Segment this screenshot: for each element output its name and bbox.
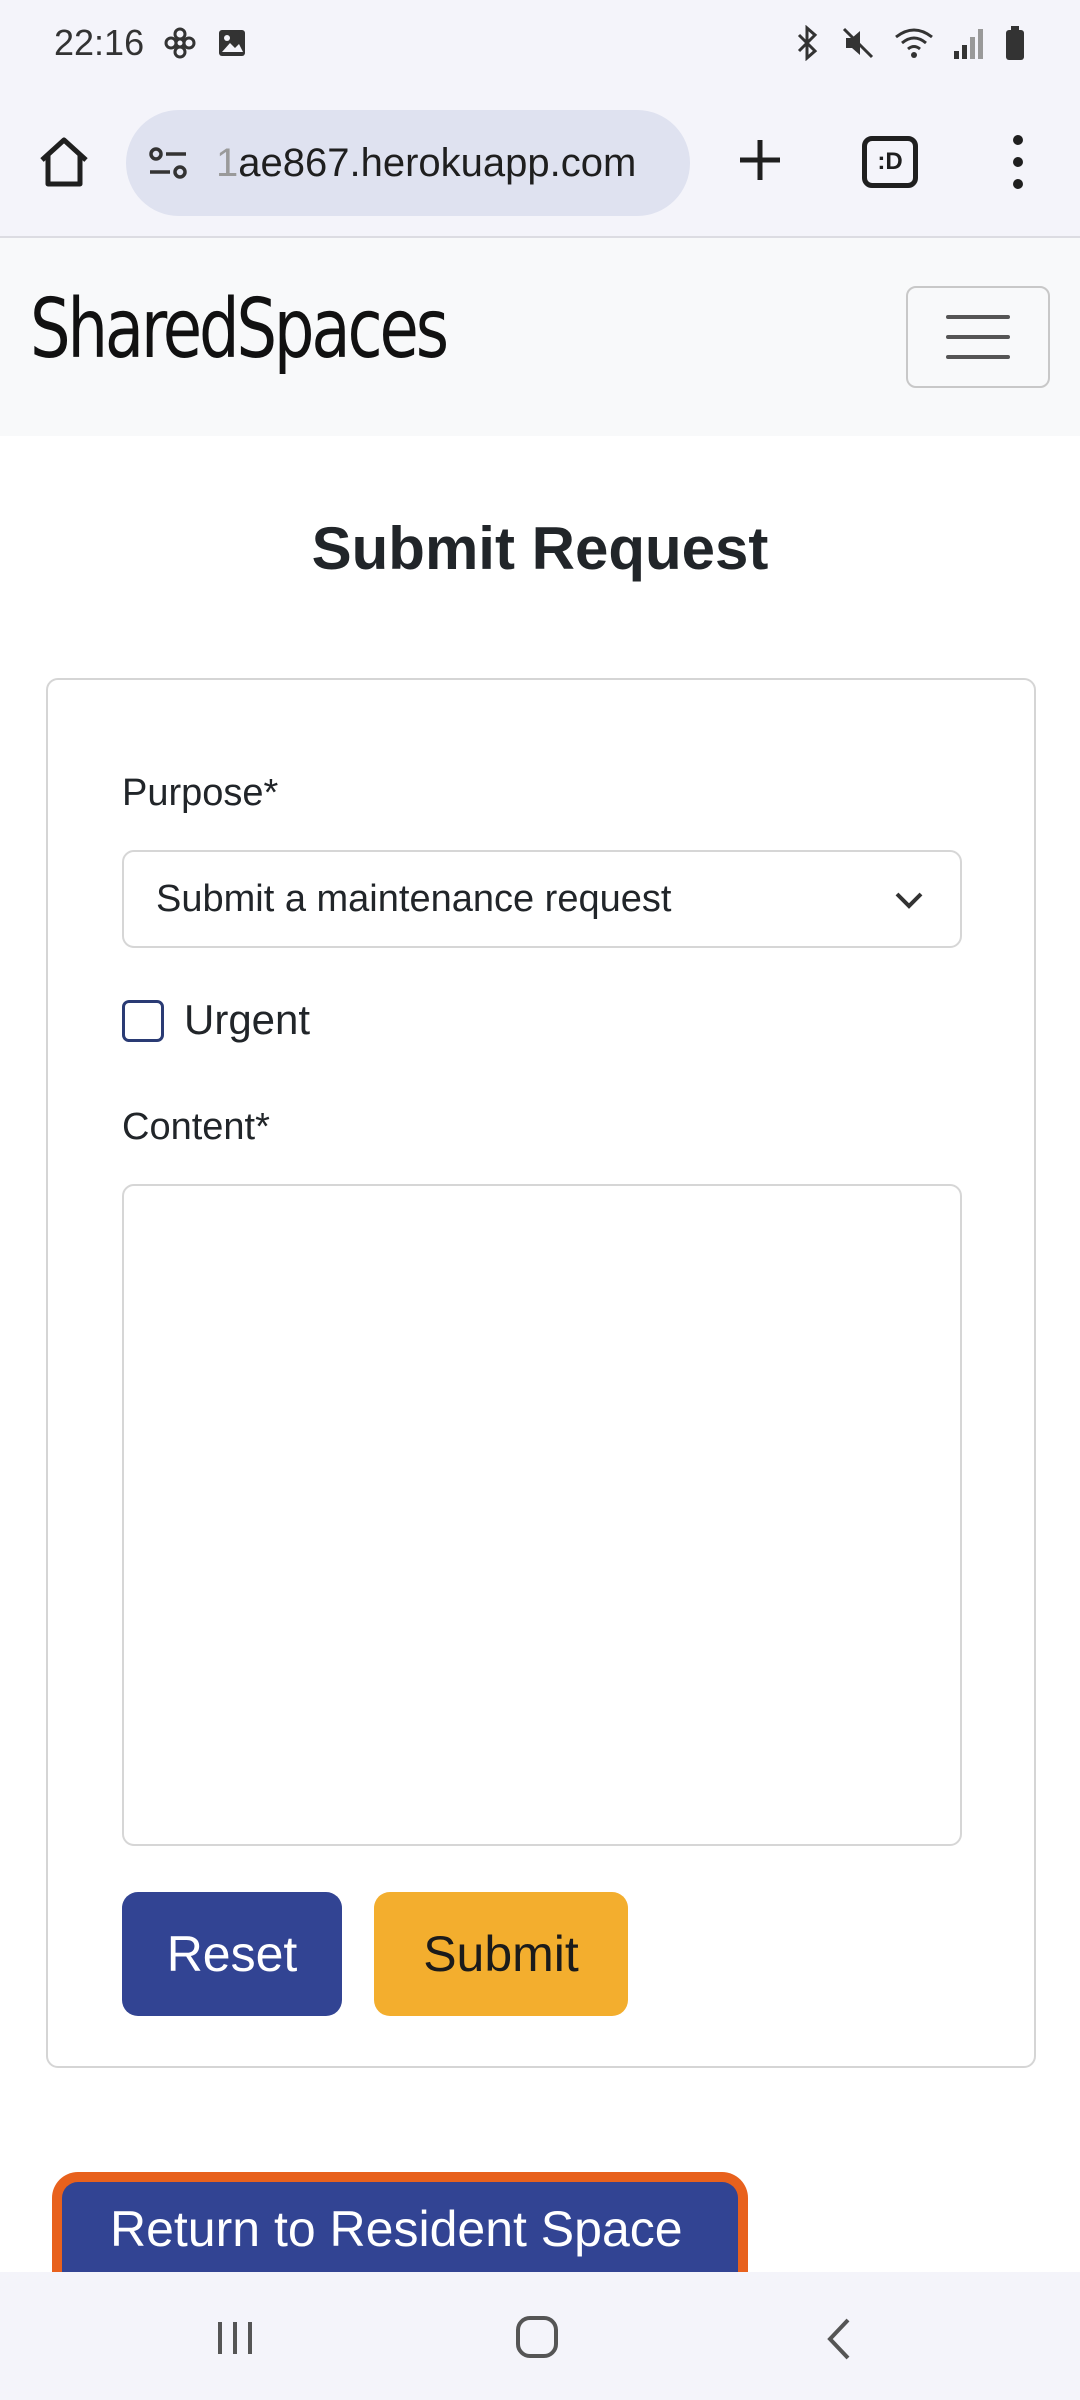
address-bar[interactable]: 1ae867.herokuapp.com xyxy=(126,110,690,216)
system-nav-buttons xyxy=(0,2272,1080,2400)
content-textarea[interactable] xyxy=(122,1184,962,1846)
urgent-checkbox[interactable] xyxy=(122,1000,164,1042)
tab-count-label: :D xyxy=(877,148,903,175)
status-bar: 22:16 xyxy=(0,0,1080,86)
chevron-down-icon xyxy=(895,892,923,909)
purpose-select[interactable]: Submit a maintenance request xyxy=(122,850,962,948)
status-time: 22:16 xyxy=(54,22,145,63)
site-navbar: SharedSpaces xyxy=(0,238,1080,436)
url-domain: ae867.herokuapp.com xyxy=(238,140,637,185)
content-label: Content* xyxy=(122,1106,270,1148)
recents-icon[interactable] xyxy=(214,2318,256,2358)
hamburger-icon xyxy=(946,315,1010,319)
back-icon[interactable] xyxy=(824,2316,854,2362)
flower-icon xyxy=(164,27,196,59)
home-circle-icon[interactable] xyxy=(514,2314,560,2360)
wifi-icon xyxy=(895,28,933,58)
site-info-icon[interactable] xyxy=(146,140,192,186)
return-to-resident-space-button[interactable]: Return to Resident Space xyxy=(52,2172,748,2272)
more-vert-icon[interactable] xyxy=(1000,130,1036,194)
browser-toolbar: 1ae867.herokuapp.com :D xyxy=(0,86,1080,238)
purpose-selected-value: Submit a maintenance request xyxy=(156,877,672,920)
url-text: 1ae867.herokuapp.com xyxy=(216,141,636,186)
hamburger-icon xyxy=(946,355,1010,359)
url-prefix: 1 xyxy=(216,140,239,185)
submit-button[interactable]: Submit xyxy=(374,1892,628,2016)
page-title: Submit Request xyxy=(311,515,769,582)
image-icon xyxy=(219,30,246,56)
return-button-label: Return to Resident Space xyxy=(110,2201,683,2257)
signal-icon xyxy=(954,29,983,59)
mute-icon xyxy=(842,27,874,59)
bluetooth-icon xyxy=(797,25,818,61)
purpose-label: Purpose* xyxy=(122,772,279,814)
battery-icon xyxy=(1006,26,1024,60)
tabs-icon[interactable]: :D xyxy=(862,136,918,188)
navbar-toggler[interactable] xyxy=(906,286,1050,388)
home-icon[interactable] xyxy=(34,132,94,192)
urgent-label[interactable]: Urgent xyxy=(184,996,310,1044)
brand-logo[interactable]: SharedSpaces xyxy=(30,282,449,377)
request-form-card: Purpose* Submit a maintenance request Ur… xyxy=(46,678,1036,2068)
hamburger-icon xyxy=(946,335,1010,339)
reset-button[interactable]: Reset xyxy=(122,1892,342,2016)
plus-icon[interactable] xyxy=(730,130,790,190)
